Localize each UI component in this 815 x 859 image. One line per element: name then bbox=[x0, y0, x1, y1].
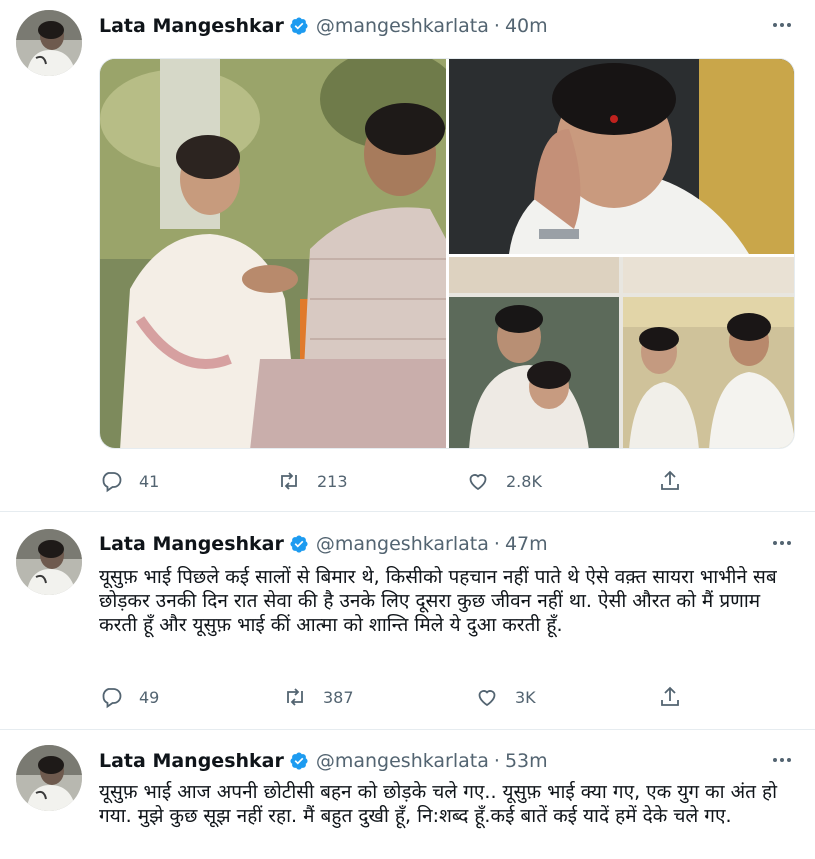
avatar[interactable] bbox=[16, 10, 82, 76]
media-grid bbox=[99, 58, 795, 449]
reply-icon bbox=[102, 472, 122, 493]
avatar[interactable] bbox=[16, 529, 82, 595]
more-icon[interactable] bbox=[770, 748, 794, 772]
verified-badge-icon bbox=[289, 534, 309, 554]
like-count: 2.8K bbox=[506, 471, 542, 491]
separator: · bbox=[493, 533, 500, 555]
timestamp[interactable]: 47m bbox=[505, 533, 548, 555]
author-name[interactable]: Lata Mangeshkar bbox=[99, 750, 284, 772]
like-button[interactable]: 2.8K bbox=[466, 466, 542, 496]
tweet-header: Lata Mangeshkar @mangeshkarlata · 40m bbox=[99, 13, 548, 39]
tweet-text: यूसुफ़ भाई पिछले कई सालों से बिमार थे, क… bbox=[99, 566, 777, 636]
tweet-header: Lata Mangeshkar @mangeshkarlata · 47m bbox=[99, 531, 548, 557]
retweet-icon bbox=[281, 472, 297, 490]
media-photo[interactable] bbox=[449, 257, 794, 448]
reply-button[interactable]: 41 bbox=[99, 466, 159, 496]
author-name[interactable]: Lata Mangeshkar bbox=[99, 15, 284, 37]
tweet[interactable]: Lata Mangeshkar @mangeshkarlata · 40m 41… bbox=[0, 0, 815, 512]
retweet-icon bbox=[287, 688, 303, 706]
timestamp[interactable]: 40m bbox=[505, 15, 548, 37]
verified-badge-icon bbox=[289, 751, 309, 771]
reply-count: 49 bbox=[139, 687, 160, 707]
like-icon bbox=[478, 690, 496, 707]
retweet-button[interactable]: 387 bbox=[283, 682, 354, 712]
share-icon bbox=[661, 686, 679, 706]
tweet-text: यूसुफ़ भाई आज अपनी छोटीसी बहन को छोड़के … bbox=[99, 781, 778, 827]
reply-count: 41 bbox=[139, 471, 160, 491]
reply-button[interactable]: 49 bbox=[99, 682, 159, 712]
tweet[interactable]: Lata Mangeshkar @mangeshkarlata · 47m यू… bbox=[0, 512, 815, 730]
media-photo[interactable] bbox=[100, 59, 446, 448]
like-icon bbox=[469, 474, 487, 491]
author-handle[interactable]: @mangeshkarlata bbox=[316, 15, 489, 37]
author-handle[interactable]: @mangeshkarlata bbox=[316, 533, 489, 555]
retweet-count: 213 bbox=[317, 471, 348, 491]
tweet[interactable]: Lata Mangeshkar @mangeshkarlata · 53m यू… bbox=[0, 730, 815, 859]
verified-badge-icon bbox=[289, 16, 309, 36]
timestamp[interactable]: 53m bbox=[505, 750, 548, 772]
separator: · bbox=[493, 750, 500, 772]
separator: · bbox=[493, 15, 500, 37]
retweet-button[interactable]: 213 bbox=[277, 466, 348, 496]
author-handle[interactable]: @mangeshkarlata bbox=[316, 750, 489, 772]
author-name[interactable]: Lata Mangeshkar bbox=[99, 533, 284, 555]
more-icon[interactable] bbox=[770, 531, 794, 555]
share-icon bbox=[661, 470, 679, 490]
share-button[interactable] bbox=[658, 466, 682, 496]
avatar[interactable] bbox=[16, 745, 82, 811]
reply-icon bbox=[102, 688, 122, 709]
tweet-header: Lata Mangeshkar @mangeshkarlata · 53m bbox=[99, 748, 548, 774]
media-photo[interactable] bbox=[449, 59, 794, 254]
retweet-count: 387 bbox=[323, 687, 354, 707]
more-icon[interactable] bbox=[770, 13, 794, 37]
like-count: 3K bbox=[515, 687, 536, 707]
share-button[interactable] bbox=[658, 682, 682, 712]
like-button[interactable]: 3K bbox=[475, 682, 536, 712]
